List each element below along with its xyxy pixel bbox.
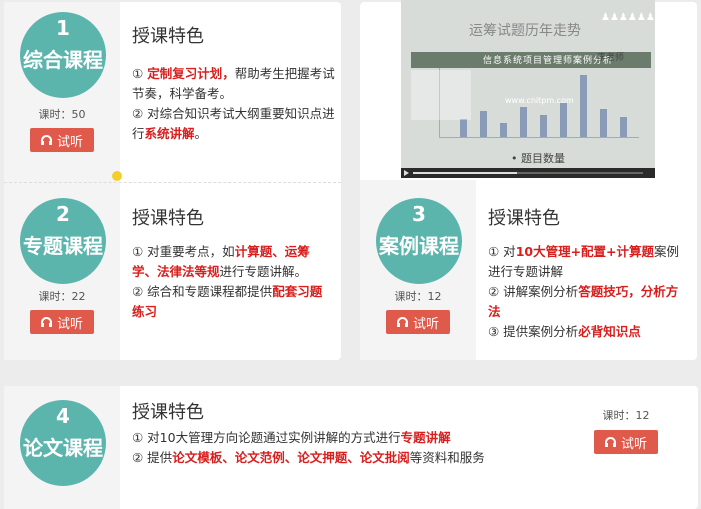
desc-text: ① 对 [488,244,516,259]
course-badge-2: 2 专题课程 [20,198,106,284]
desc-text: ② 提供 [132,450,173,465]
desc-emphasis: 专题讲解 [400,430,451,445]
video-teacher: 李老师 [597,53,625,63]
video-bar [580,75,587,137]
course-hours: 课时：12 [602,409,650,422]
course-badge-4: 4 论文课程 [20,400,106,486]
listen-button[interactable]: 试听 [594,430,658,454]
feature-description: ① 对10大管理方向论题通过实例讲解的方式进行专题讲解 ② 提供论文模板、论文范… [132,428,572,468]
video-heading: 运筹试题历年走势 [469,23,581,39]
video-bar [500,123,507,137]
course-name: 论文课程 [23,436,103,460]
listen-button[interactable]: 试听 [30,128,94,152]
feature-description: ① 定制复习计划，帮助考生把握考试节奏，科学备考。 ② 对综合知识考试大纲重要知… [132,64,340,144]
desc-text: ① 对10大管理方向论题通过实例讲解的方式进行 [132,430,401,445]
listen-label: 试听 [412,316,439,332]
course-name: 专题课程 [23,234,103,258]
feature-description: ① 对10大管理+配置+计算题案例进行专题讲解 ② 讲解案例分析答题技巧，分析方… [488,242,690,342]
course-number: 1 [56,16,70,40]
desc-text: ② 综合和专题课程都提供 [132,284,273,299]
video-bar [540,115,547,137]
desc-text: 进行专题讲解。 [219,264,308,279]
video-preview[interactable]: 运筹试题历年走势 ♟♟♟♟♟♟ 信息系统项目管理师案例分析 李老师 www.cn… [401,0,655,178]
people-icon: ♟♟♟♟♟♟ [601,12,655,23]
video-scrub-handle[interactable] [112,171,122,181]
course-badge-1: 1 综合课程 [20,12,106,98]
feature-description: ① 对重要考点，如计算题、运筹学、法律法等规进行专题讲解。 ② 综合和专题课程都… [132,242,332,322]
desc-emphasis: 系统讲解 [144,126,195,141]
video-overlay [411,70,471,120]
headphones-icon [40,317,52,327]
desc-text: ① 对重要考点，如 [132,244,235,259]
feature-title: 授课特色 [132,208,204,229]
course-hours: 课时：50 [38,108,86,121]
desc-text: ② 讲解案例分析 [488,284,579,299]
course-badge-3: 3 案例课程 [376,198,462,284]
course-number: 2 [56,202,70,226]
listen-button[interactable]: 试听 [30,310,94,334]
video-banner-text: 信息系统项目管理师案例分析 [483,56,614,66]
feature-title: 授课特色 [132,26,204,47]
headphones-icon [40,135,52,145]
listen-label: 试听 [620,436,647,452]
desc-text: ③ 提供案例分析 [488,324,579,339]
course-number: 4 [56,404,70,428]
course-number: 3 [412,202,426,226]
video-progress-fill [413,172,517,174]
feature-title: 授课特色 [132,402,204,423]
listen-label: 试听 [56,316,83,332]
video-controls[interactable] [401,168,655,178]
video-bar [620,117,627,137]
course-name: 综合课程 [23,48,103,72]
headphones-icon [396,317,408,327]
video-bar [520,107,527,137]
course-divider [4,182,341,183]
listen-button[interactable]: 试听 [386,310,450,334]
video-bar [460,119,467,137]
desc-emphasis: 必背知识点 [578,324,641,339]
feature-title: 授课特色 [488,208,560,229]
desc-emphasis: 定制复习计划， [147,66,235,81]
play-icon[interactable] [404,170,409,176]
video-progress-bar[interactable] [413,172,643,174]
course-hours: 课时：12 [394,290,442,303]
video-bar [600,109,607,137]
listen-label: 试听 [56,134,83,150]
video-caption: • 题目数量 [511,152,565,165]
desc-text: 等资料和服务 [409,450,485,465]
desc-text: ① [132,66,148,81]
video-bar [560,103,567,137]
desc-emphasis: 10大管理+配置+计算题 [515,244,655,259]
course-hours: 课时：22 [38,290,86,303]
desc-emphasis: 论文模板、论文范例、论文押题、论文批阅 [172,450,410,465]
desc-text: 。 [194,126,208,141]
course-name: 案例课程 [379,234,459,258]
headphones-icon [604,437,616,447]
video-url: www.cnitpm.com [505,96,574,105]
video-bar [480,111,487,137]
